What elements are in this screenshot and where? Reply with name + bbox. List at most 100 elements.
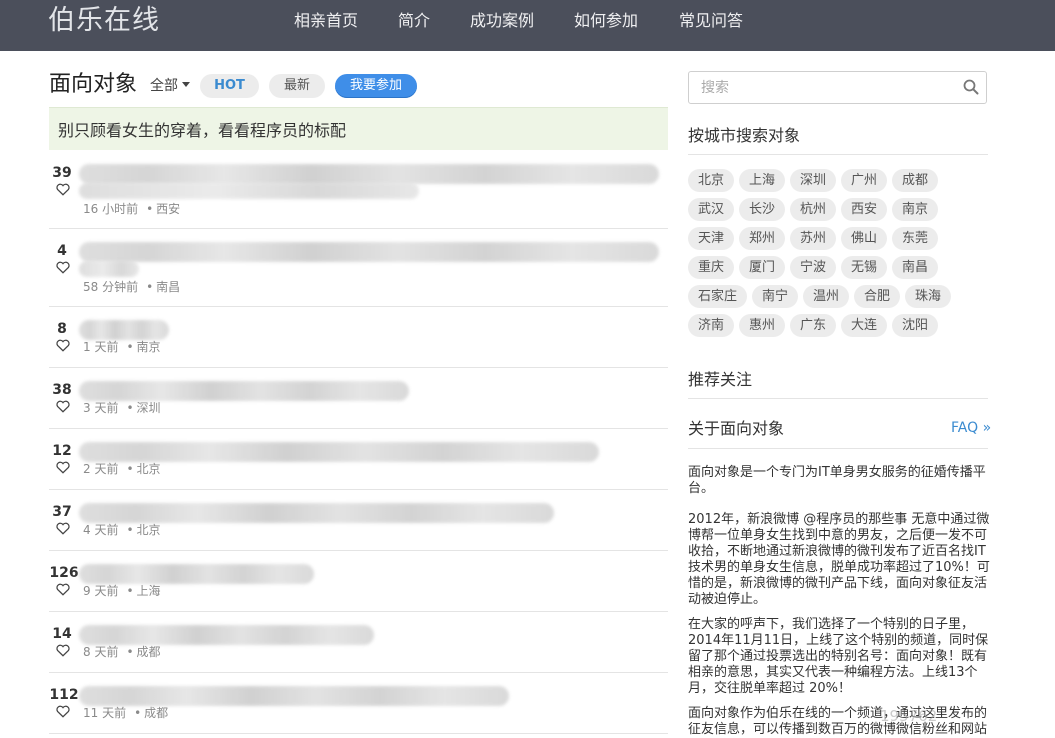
post-city[interactable]: 西安: [156, 202, 180, 216]
blurred-content: [79, 442, 599, 462]
post-meta: 8 天前 • 成都: [83, 645, 161, 659]
heart-icon[interactable]: [56, 183, 70, 196]
city-tag[interactable]: 长沙: [739, 198, 785, 221]
about-paragraph: 面向对象是一个专门为IT单身男女服务的征婚传播平台。: [688, 465, 986, 496]
city-tag[interactable]: 北京: [688, 169, 734, 192]
nav-item-faq[interactable]: 常见问答: [679, 10, 743, 32]
featured-banner[interactable]: 别只顾看女生的穿着，看看程序员的标配: [49, 107, 668, 150]
top-navbar: 伯乐在线 相亲首页 简介 成功案例 如何参加 常见问答: [0, 0, 1055, 51]
search-input[interactable]: [689, 72, 961, 103]
vote-count: 14: [52, 626, 72, 642]
nav-item-how-to-join[interactable]: 如何参加: [574, 10, 638, 32]
city-tag[interactable]: 南宁: [752, 285, 798, 308]
post-time: 3 天前: [83, 401, 119, 415]
post-city[interactable]: 上海: [137, 584, 161, 598]
blurred-content: [79, 503, 554, 523]
post-city[interactable]: 成都: [144, 706, 168, 720]
vote-count: 126: [49, 565, 79, 581]
blurred-content: [79, 564, 314, 584]
post-city[interactable]: 南京: [137, 340, 161, 354]
city-tag[interactable]: 无锡: [841, 256, 887, 279]
post-item[interactable]: 14 8 天前 • 成都: [49, 611, 668, 673]
heart-icon[interactable]: [56, 705, 70, 718]
post-city[interactable]: 北京: [137, 462, 161, 476]
city-tag[interactable]: 西安: [841, 198, 887, 221]
banner-text: 别只顾看女生的穿着，看看程序员的标配: [58, 121, 347, 140]
post-item[interactable]: 4 58 分钟前 • 南昌: [49, 228, 668, 307]
heart-icon[interactable]: [56, 522, 70, 535]
heart-icon[interactable]: [56, 583, 70, 596]
city-tag[interactable]: 成都: [892, 169, 938, 192]
city-tag[interactable]: 温州: [803, 285, 849, 308]
nav-item-success-cases[interactable]: 成功案例: [470, 10, 534, 32]
post-item[interactable]: 39 16 小时前 • 西安: [49, 150, 668, 229]
city-tag[interactable]: 东莞: [892, 227, 938, 250]
city-tag[interactable]: 大连: [841, 314, 887, 337]
about-paragraph: 2012年，新浪微博 @程序员的那些事 无意中通过微博帮一位单身女生找到中意的男…: [688, 512, 990, 607]
tab-newest[interactable]: 最新: [269, 74, 325, 98]
post-city[interactable]: 成都: [137, 645, 161, 659]
blurred-content: [79, 381, 409, 401]
city-tag[interactable]: 广东: [790, 314, 836, 337]
city-tag[interactable]: 济南: [688, 314, 734, 337]
blurred-content: [79, 164, 659, 184]
post-item[interactable]: 112 11 天前 • 成都: [49, 672, 668, 734]
brand-logo[interactable]: 伯乐在线: [48, 4, 160, 38]
vote-count: 4: [57, 243, 67, 259]
city-tag[interactable]: 重庆: [688, 256, 734, 279]
city-tag[interactable]: 佛山: [841, 227, 887, 250]
filter-dropdown[interactable]: 全部: [150, 76, 190, 96]
nav-item-home[interactable]: 相亲首页: [294, 10, 358, 32]
city-tag[interactable]: 珠海: [905, 285, 951, 308]
join-button[interactable]: 我要参加: [335, 74, 417, 98]
city-tag[interactable]: 上海: [739, 169, 785, 192]
about-paragraph: 面向对象作为伯乐在线的一个频道，通过这里发布的征友信息，可以传播到数百万的微博微…: [688, 706, 988, 737]
heart-icon[interactable]: [56, 400, 70, 413]
post-item[interactable]: 8 1 天前 • 南京: [49, 306, 668, 368]
city-tag[interactable]: 深圳: [790, 169, 836, 192]
post-time: 1 天前: [83, 340, 119, 354]
filter-dropdown-label: 全部: [150, 78, 178, 94]
faq-link[interactable]: FAQ »: [951, 419, 991, 437]
city-tag[interactable]: 苏州: [790, 227, 836, 250]
city-tag[interactable]: 惠州: [739, 314, 785, 337]
post-city[interactable]: 深圳: [137, 401, 161, 415]
vote-count: 39: [52, 165, 72, 181]
heart-icon[interactable]: [56, 644, 70, 657]
city-tag[interactable]: 合肥: [854, 285, 900, 308]
post-meta: 11 天前 • 成都: [83, 706, 169, 720]
city-tag[interactable]: 石家庄: [688, 285, 747, 308]
post-city[interactable]: 南昌: [156, 280, 180, 294]
blurred-content: [79, 686, 509, 706]
post-item[interactable]: 12 2 天前 • 北京: [49, 428, 668, 490]
tab-hot[interactable]: HOT: [200, 74, 259, 98]
vote-count: 37: [52, 504, 72, 520]
post-item[interactable]: 38 3 天前 • 深圳: [49, 367, 668, 429]
post-meta: 4 天前 • 北京: [83, 523, 161, 537]
post-time: 9 天前: [83, 584, 119, 598]
post-item[interactable]: 37 4 天前 • 北京: [49, 489, 668, 551]
heart-icon[interactable]: [56, 461, 70, 474]
post-time: 11 天前: [83, 706, 127, 720]
city-tag[interactable]: 郑州: [739, 227, 785, 250]
city-tag[interactable]: 沈阳: [892, 314, 938, 337]
city-tag[interactable]: 南昌: [892, 256, 938, 279]
city-tag[interactable]: 武汉: [688, 198, 734, 221]
city-tag[interactable]: 杭州: [790, 198, 836, 221]
city-tag[interactable]: 广州: [841, 169, 887, 192]
heart-icon[interactable]: [56, 261, 70, 274]
post-meta: 16 小时前 • 西安: [83, 202, 181, 216]
city-tag[interactable]: 宁波: [790, 256, 836, 279]
city-tag[interactable]: 南京: [892, 198, 938, 221]
vote-count: 8: [57, 321, 67, 337]
post-city[interactable]: 北京: [137, 523, 161, 537]
blurred-content: [79, 242, 659, 262]
post-meta: 1 天前 • 南京: [83, 340, 161, 354]
city-tag[interactable]: 厦门: [739, 256, 785, 279]
city-tag[interactable]: 天津: [688, 227, 734, 250]
search-icon[interactable]: [963, 79, 979, 95]
nav-item-intro[interactable]: 简介: [398, 10, 430, 32]
post-time: 4 天前: [83, 523, 119, 537]
post-item[interactable]: 126 9 天前 • 上海: [49, 550, 668, 612]
heart-icon[interactable]: [56, 339, 70, 352]
